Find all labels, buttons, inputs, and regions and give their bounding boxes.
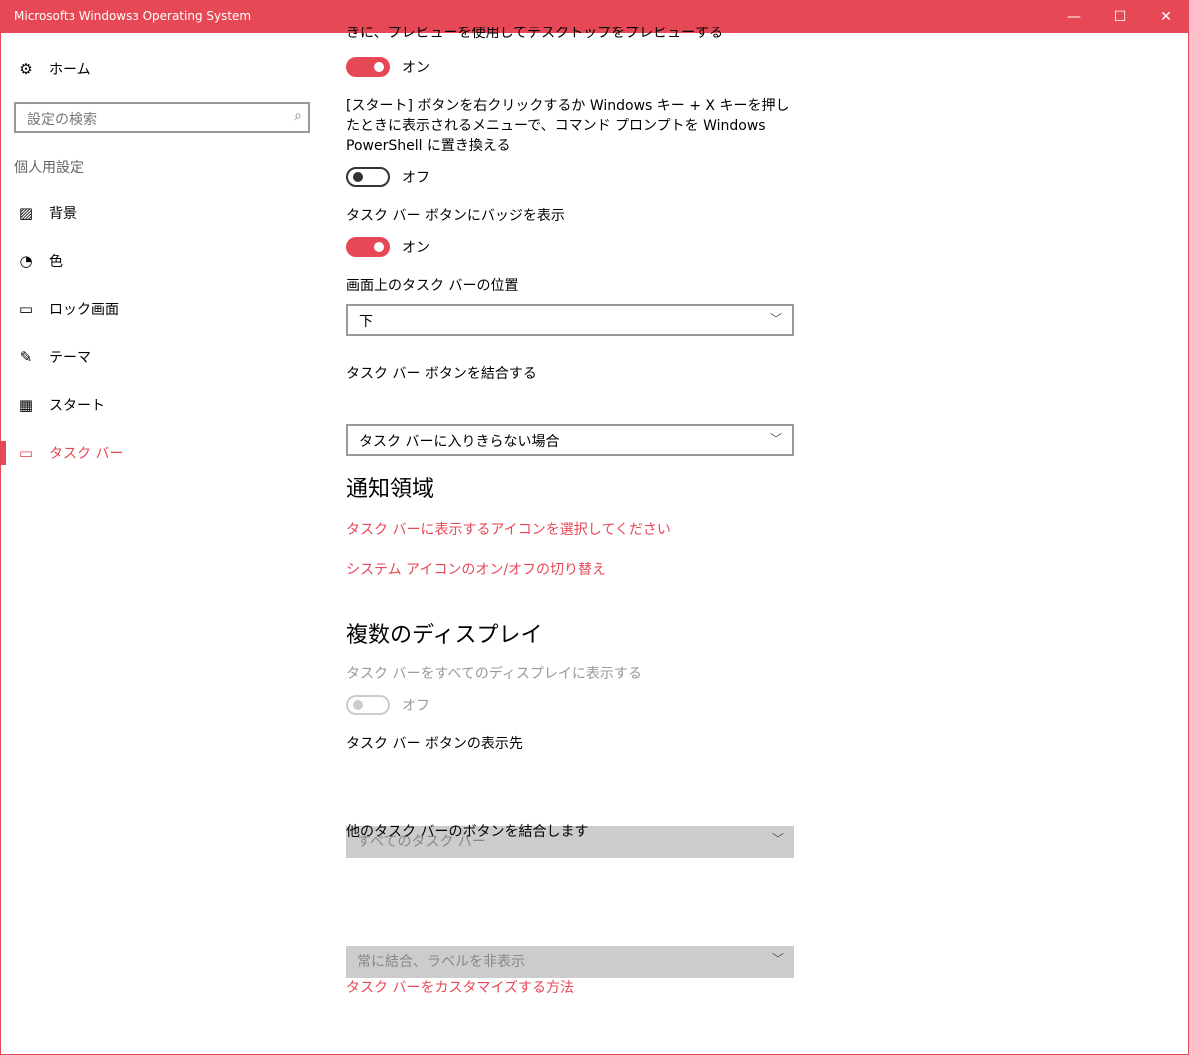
sidebar: ⚙ ホーム 設定の検索 ⌕ 個人用設定 ▨ 背景 ◔ 色 ▭ ロック画面 ✎ テーマ ▦ スタ… [1, 33, 321, 1054]
position-label: 画面上のタスク バーの位置 [346, 278, 519, 294]
chevron-down-icon: ﹀ [769, 432, 782, 446]
sidebar-item-home[interactable]: ⚙ ホーム [1, 49, 321, 89]
toggle-state: オフ [402, 169, 430, 186]
multi-show-toggle[interactable] [346, 694, 390, 715]
multi-show-toggle-row[interactable]: オフ [346, 694, 430, 715]
select-icons-link[interactable]: タスク バーに表示するアイコンを選択してください [346, 519, 671, 539]
combine-label: タスク バー ボタンを結合する [346, 366, 537, 382]
peek-toggle-row[interactable]: オン [346, 56, 430, 77]
multi-show-label: タスク バーをすべてのディスプレイに表示する [346, 666, 642, 682]
powershell-toggle[interactable] [346, 166, 390, 187]
nav-label: 背景 [49, 206, 77, 222]
sidebar-item-color[interactable]: ◔ 色 [1, 241, 321, 281]
nav-label: 色 [49, 254, 63, 270]
chevron-down-icon: ﹀ [771, 832, 784, 846]
combine-dropdown[interactable]: タスク バーに入りきらない場合 ﹀ [346, 424, 794, 456]
theme-icon: ✎ [19, 348, 33, 366]
badge-toggle-row[interactable]: オン [346, 236, 430, 257]
search-icon: ⌕ [294, 108, 302, 124]
multi-combine-dropdown[interactable]: 常に結合、ラベルを非表示 ﹀ [346, 946, 794, 978]
badge-toggle[interactable] [346, 236, 390, 257]
close-button[interactable]: ✕ [1143, 1, 1189, 33]
search-placeholder: 設定の検索 [27, 112, 97, 128]
taskbar-icon: ▭ [18, 444, 34, 462]
search-input[interactable]: 設定の検索 ⌕ [14, 102, 310, 133]
dropdown-value: 常に結合、ラベルを非表示 [357, 954, 525, 970]
sidebar-item-theme[interactable]: ✎ テーマ [1, 337, 321, 377]
nav-label: タスク バー [49, 446, 124, 462]
section-label: 個人用設定 [14, 160, 84, 176]
position-dropdown[interactable]: 下 ﹀ [346, 304, 794, 336]
dropdown-value: 下 [359, 314, 373, 330]
toggle-state: オン [402, 59, 430, 76]
multi-combine-label: 他のタスク バーのボタンを結合します [346, 824, 589, 840]
minimize-button[interactable]: — [1051, 1, 1097, 33]
multiple-displays-heading: 複数のディスプレイ [346, 623, 543, 648]
palette-icon: ◔ [19, 252, 33, 270]
system-icons-link[interactable]: システム アイコンのオン/オフの切り替え [346, 559, 606, 579]
notification-area-heading: 通知領域 [346, 477, 435, 502]
gear-icon: ⚙ [19, 60, 33, 78]
nav-label: テーマ [49, 350, 91, 366]
start-icon: ▦ [18, 396, 34, 414]
multi-buttons-label: タスク バー ボタンの表示先 [346, 736, 523, 752]
toggle-state: オフ [402, 697, 430, 714]
nav-label: ロック画面 [49, 302, 119, 318]
picture-icon: ▨ [18, 204, 34, 222]
peek-toggle[interactable] [346, 56, 390, 77]
dropdown-value: タスク バーに入りきらない場合 [359, 434, 560, 450]
lock-screen-icon: ▭ [18, 300, 34, 318]
maximize-button[interactable]: ☐ [1097, 1, 1143, 33]
powershell-label: [スタート] ボタンを右クリックするか Windows キー + X キーを押し… [346, 98, 790, 154]
chevron-down-icon: ﹀ [769, 312, 782, 326]
sidebar-item-taskbar[interactable]: ▭ タスク バー [1, 433, 321, 473]
window-title: Microsoftз Windowsз Operating System [14, 9, 252, 23]
peek-label: きに、プレビューを使用してデスクトップをプレビューする [346, 27, 724, 41]
chevron-down-icon: ﹀ [771, 952, 784, 966]
home-label: ホーム [49, 62, 91, 78]
badge-label: タスク バー ボタンにバッジを表示 [346, 208, 565, 224]
sidebar-item-background[interactable]: ▨ 背景 [1, 193, 321, 233]
sidebar-item-lock-screen[interactable]: ▭ ロック画面 [1, 289, 321, 329]
toggle-state: オン [402, 239, 430, 256]
powershell-toggle-row[interactable]: オフ [346, 166, 430, 187]
sidebar-item-start[interactable]: ▦ スタート [1, 385, 321, 425]
nav-label: スタート [49, 398, 105, 414]
customize-help-link[interactable]: タスク バーをカスタマイズする方法 [346, 977, 574, 997]
